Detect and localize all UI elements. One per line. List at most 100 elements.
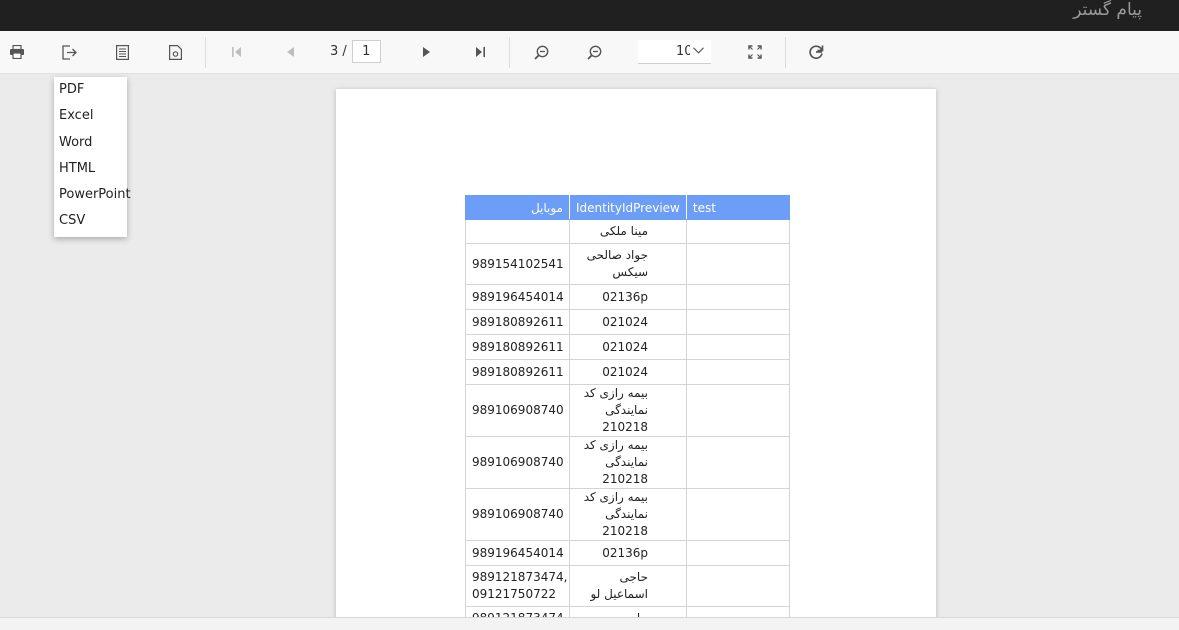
print-button[interactable] [2, 31, 32, 73]
cell-test [685, 309, 790, 335]
table-row: 989106908740 بیمه رازی کد نمایندگی 210218 [465, 488, 790, 541]
cell-test [685, 384, 790, 437]
cell-mobile-text: 989106908740 [472, 507, 564, 521]
refresh-button[interactable] [801, 31, 831, 73]
toolbar-separator [785, 37, 786, 68]
column-header-mobile: موبایل [465, 195, 570, 220]
cell-identity: بیمه رازی کد نمایندگی 210218 [569, 436, 687, 489]
zoom-out-button[interactable] [526, 31, 556, 73]
cell-mobile: 989180892611 [465, 334, 570, 360]
table-row: 989106908740 بیمه رازی کد نمایندگی 210218 [465, 384, 790, 437]
cell-identity-text: 021024 [602, 364, 648, 379]
current-page-input[interactable] [351, 40, 381, 63]
printer-icon [10, 45, 24, 59]
cell-identity-text: بیمه رازی کد نمایندگی 210218 [583, 438, 648, 486]
table-row: 989196454014 02136p [465, 284, 790, 310]
cell-mobile: 989180892611 [465, 309, 570, 335]
cell-mobile-text: 989154102541 [472, 256, 564, 271]
cell-mobile-text: 989196454014 [472, 289, 564, 304]
cell-mobile-text: 989180892611 [472, 314, 564, 329]
cell-test [685, 334, 790, 360]
cell-mobile-text: 989180892611 [472, 364, 564, 379]
zoom-in-button[interactable] [579, 31, 609, 73]
cell-identity-text: حاجی اسماعیل لو [590, 570, 648, 601]
app-title: پیام گستر [1073, 0, 1142, 20]
cell-identity: 021024 [569, 309, 687, 335]
cell-mobile-text: 989180892611 [472, 339, 564, 354]
table-row: 989180892611 021024 [465, 359, 790, 385]
export-menu-item-html[interactable]: HTML [54, 160, 127, 186]
table-row: 989180892611 021024 [465, 334, 790, 360]
last-page-button[interactable] [465, 31, 495, 73]
refresh-icon [809, 45, 824, 60]
cell-mobile: 989106908740 [465, 488, 570, 541]
table-row: 989121873474, 09121750722 حاجی اسماعیل لو [465, 565, 790, 607]
table-row: 989196454014 02136p [465, 540, 790, 566]
cell-mobile: 989106908740 [465, 436, 570, 489]
export-menu-item-powerpoint[interactable]: PowerPoint [54, 186, 131, 212]
table-row: 989106908740 بیمه رازی کد نمایندگی 210218 [465, 436, 790, 489]
cell-mobile: 989180892611 [465, 359, 570, 385]
cell-mobile: 989154102541 [465, 243, 570, 285]
previous-page-button[interactable] [275, 31, 305, 73]
table-row: 989180892611 021024 [465, 309, 790, 335]
app-header: پیام گستر [0, 0, 1179, 31]
fit-page-icon [748, 45, 762, 59]
cell-identity-text: 02136p [602, 289, 648, 304]
cell-identity: جواد صالحی سیکس [569, 243, 687, 285]
export-icon [62, 44, 77, 60]
zoom-in-icon [586, 45, 601, 60]
toolbar-separator [509, 37, 510, 68]
first-page-icon [232, 47, 241, 57]
cell-mobile-text: 989106908740 [472, 403, 564, 417]
export-button[interactable] [54, 31, 84, 73]
export-menu-item-pdf[interactable]: PDF [54, 81, 127, 107]
page-total-label: 3 / [330, 44, 347, 59]
report-page: موبایل IdentityIdPreview test مینا ملکی 9… [336, 89, 936, 630]
cell-identity: مینا ملکی [569, 219, 687, 244]
first-page-button[interactable] [222, 31, 252, 73]
document-icon [115, 44, 129, 60]
cell-identity: بیمه رازی کد نمایندگی 210218 [569, 384, 687, 437]
fit-page-button[interactable] [740, 31, 770, 73]
cell-mobile: 989196454014 [465, 284, 570, 310]
cell-test [685, 219, 790, 244]
cell-identity: 02136p [569, 540, 687, 566]
export-menu-item-csv[interactable]: CSV [54, 212, 127, 238]
column-header-test: test [685, 195, 790, 220]
cell-identity-text: بیمه رازی کد نمایندگی 210218 [583, 386, 648, 434]
next-page-icon [422, 47, 430, 57]
document-view-button[interactable] [107, 31, 137, 73]
cell-identity: 021024 [569, 334, 687, 360]
cell-test [685, 359, 790, 385]
toolbar-separator [205, 37, 206, 68]
cell-test [685, 488, 790, 541]
table-row: 989154102541 جواد صالحی سیکس [465, 243, 790, 285]
cell-test [685, 436, 790, 489]
report-viewer-toolbar: 3 / 100 [0, 31, 1179, 74]
zoom-select[interactable]: 100 [638, 40, 711, 64]
zoom-value: 100 [676, 44, 690, 59]
cell-identity-text: 021024 [602, 339, 648, 354]
export-menu-item-word[interactable]: Word [54, 134, 127, 160]
cell-identity: حاجی اسماعیل لو [569, 565, 687, 607]
report-table: موبایل IdentityIdPreview test مینا ملکی 9… [465, 195, 790, 630]
export-format-menu: PDF Excel Word HTML PowerPoint CSV [54, 77, 131, 238]
cell-identity: 021024 [569, 359, 687, 385]
cell-identity-text: جواد صالحی سیکس [586, 248, 648, 279]
cell-identity-text: بیمه رازی کد نمایندگی 210218 [583, 490, 648, 538]
cell-test [685, 284, 790, 310]
zoom-out-icon [533, 45, 548, 60]
table-row: مینا ملکی [465, 219, 790, 244]
cell-mobile: 989121873474, 09121750722 [465, 565, 570, 607]
cell-mobile-text: 989121873474, 09121750722 [472, 570, 568, 601]
cell-identity-text: مینا ملکی [599, 224, 648, 238]
cell-test [685, 243, 790, 285]
cell-test [685, 540, 790, 566]
cell-identity-text: 02136p [602, 545, 648, 560]
next-page-button[interactable] [411, 31, 441, 73]
document-gear-icon [168, 44, 182, 60]
export-menu-item-excel[interactable]: Excel [54, 107, 127, 133]
bottom-scrollbar[interactable] [0, 617, 1179, 630]
document-settings-button[interactable] [160, 31, 190, 73]
